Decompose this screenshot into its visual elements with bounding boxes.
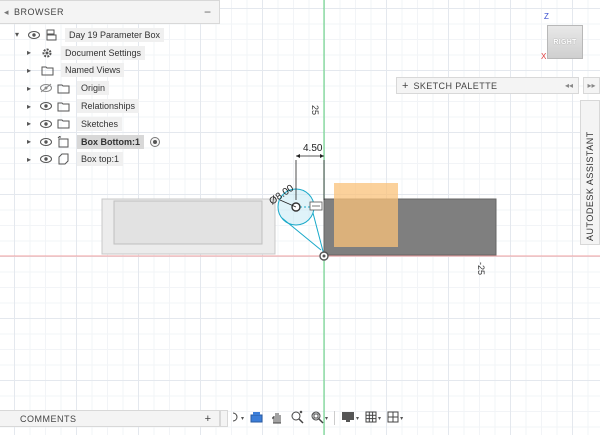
- autodesk-assistant-label: AUTODESK ASSISTANT: [585, 131, 595, 241]
- browser-title: BROWSER: [14, 7, 65, 17]
- tree-item-named-views[interactable]: ▸ Named Views: [0, 62, 220, 80]
- autodesk-assistant-tab[interactable]: AUTODESK ASSISTANT: [580, 100, 600, 245]
- eye-icon[interactable]: [28, 29, 40, 41]
- dim-arrow-left: [296, 154, 300, 158]
- ghost-box-inner[interactable]: [113, 200, 263, 245]
- caret-down-icon: ▾: [400, 415, 404, 422]
- expand-arrow-icon[interactable]: ▸: [24, 102, 34, 111]
- tree-item-box-top[interactable]: ▸ Box top:1: [0, 151, 220, 169]
- expand-plus-icon[interactable]: +: [402, 80, 408, 92]
- eye-icon[interactable]: [40, 153, 52, 165]
- comments-collapse-handle[interactable]: [220, 410, 228, 427]
- comments-label: COMMENTS: [20, 413, 77, 424]
- viewports-button[interactable]: ▾: [385, 409, 405, 427]
- tree-item-label[interactable]: Relationships: [77, 99, 140, 114]
- activate-radio-icon[interactable]: [150, 136, 160, 147]
- axis-x-label: X: [541, 52, 547, 61]
- body-icon: [56, 153, 70, 165]
- dim-arrow-right: [320, 154, 324, 158]
- gear-icon: [40, 47, 54, 59]
- expand-arrow-icon[interactable]: ▸: [24, 119, 34, 128]
- zoom-button[interactable]: [288, 409, 306, 427]
- expand-arrow-icon[interactable]: ▾: [12, 30, 22, 39]
- look-at-button[interactable]: [248, 409, 266, 427]
- folder-icon: [56, 82, 70, 94]
- sketch-palette-header[interactable]: + SKETCH PALETTE ◂◂: [396, 77, 579, 94]
- tree-item-origin[interactable]: ▸ Origin: [0, 79, 220, 97]
- fit-button[interactable]: ▾: [308, 409, 330, 427]
- eye-icon[interactable]: [40, 136, 52, 148]
- axis-z-label: Z: [544, 12, 549, 21]
- box-top-body[interactable]: [334, 183, 398, 247]
- browser-tree: ▾ Day 19 Parameter Box ▸ Document Settin…: [0, 24, 220, 168]
- axis-label-horizontal: -25: [476, 262, 486, 275]
- expand-arrow-icon[interactable]: ▸: [24, 66, 34, 75]
- collapse-arrow-icon[interactable]: ◂: [4, 7, 14, 18]
- comments-panel[interactable]: COMMENTS +: [0, 410, 220, 427]
- expand-arrow-icon[interactable]: ▸: [24, 155, 34, 164]
- eye-icon[interactable]: [40, 100, 52, 112]
- tree-item-label[interactable]: Box top:1: [77, 152, 124, 167]
- tree-item-label[interactable]: Document Settings: [61, 45, 146, 60]
- navigation-toolbar: ▾ ▾ ▾ ▾ ▾: [228, 408, 405, 428]
- add-comment-icon[interactable]: +: [205, 413, 211, 425]
- fit-icon: [310, 410, 324, 426]
- eye-icon[interactable]: [40, 118, 52, 130]
- tree-item-sketches[interactable]: ▸ Sketches: [0, 115, 220, 133]
- dim-width-text[interactable]: 4.50: [303, 143, 323, 154]
- orbit-icon: [230, 411, 240, 425]
- tree-item-label[interactable]: Sketches: [77, 116, 123, 131]
- collapse-double-arrow-icon[interactable]: ◂◂: [565, 81, 573, 90]
- orbit-button[interactable]: ▾: [228, 409, 246, 427]
- caret-down-icon: ▾: [378, 415, 382, 422]
- expand-arrow-icon[interactable]: ▸: [24, 48, 34, 57]
- expand-arrow-icon[interactable]: ▸: [24, 84, 34, 93]
- axis-label-vertical: 25: [310, 105, 320, 115]
- body-icon: [56, 135, 70, 148]
- tree-item-label[interactable]: Named Views: [61, 63, 125, 78]
- grid-icon: [365, 411, 377, 425]
- tree-item-root[interactable]: ▾ Day 19 Parameter Box: [0, 26, 220, 44]
- minimize-icon[interactable]: −: [204, 5, 211, 19]
- browser-header[interactable]: ◂ BROWSER −: [0, 0, 220, 24]
- viewports-icon: [387, 411, 399, 425]
- panel-collapse-icon[interactable]: ▸▸: [583, 77, 600, 94]
- caret-down-icon: ▾: [241, 415, 245, 422]
- tree-item-relationships[interactable]: ▸ Relationships: [0, 97, 220, 115]
- eye-hidden-icon[interactable]: [40, 82, 52, 94]
- caret-down-icon: ▾: [325, 415, 329, 422]
- zoom-icon: [290, 410, 304, 426]
- toolbar-divider: [334, 411, 336, 425]
- browser-panel: ◂ BROWSER − ▾ Day 19 Parameter Box ▸ Doc…: [0, 0, 220, 168]
- tree-item-label[interactable]: Day 19 Parameter Box: [65, 27, 165, 42]
- tree-item-document-settings[interactable]: ▸ Document Settings: [0, 44, 220, 62]
- pan-hand-icon: [270, 410, 284, 426]
- tree-item-label[interactable]: Box Bottom:1: [77, 134, 144, 149]
- pan-button[interactable]: [268, 409, 286, 427]
- view-cube[interactable]: Z X RIGHT: [540, 12, 590, 62]
- component-icon: [44, 29, 58, 41]
- tree-item-label[interactable]: Origin: [77, 81, 110, 96]
- expand-arrow-icon[interactable]: ▸: [24, 137, 34, 146]
- tree-item-box-bottom[interactable]: ▸ Box Bottom:1: [0, 133, 220, 151]
- view-cube-face[interactable]: RIGHT: [547, 25, 583, 59]
- grid-settings-button[interactable]: ▾: [363, 409, 383, 427]
- sketch-palette-label: SKETCH PALETTE: [413, 80, 498, 91]
- folder-icon: [56, 100, 70, 112]
- tangent-line-right: [312, 212, 325, 256]
- origin-point-dot: [322, 254, 326, 258]
- caret-down-icon: ▾: [356, 415, 360, 422]
- folder-icon: [40, 64, 54, 76]
- folder-icon: [56, 118, 70, 130]
- look-at-icon: [250, 411, 264, 425]
- display-settings-button[interactable]: ▾: [339, 409, 361, 427]
- monitor-icon: [341, 411, 355, 425]
